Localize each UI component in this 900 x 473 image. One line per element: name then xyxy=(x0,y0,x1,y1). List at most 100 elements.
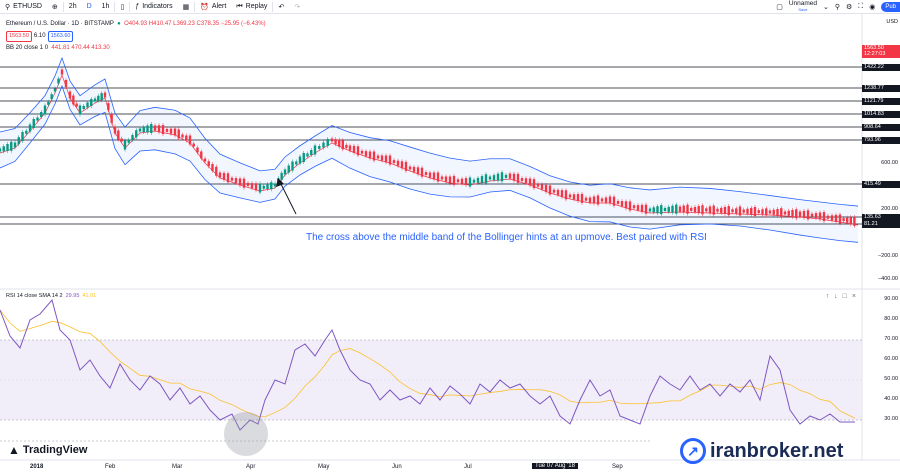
candle-body xyxy=(830,215,834,221)
annotation-text[interactable]: The cross above the middle band of the B… xyxy=(306,232,707,243)
candle-body xyxy=(686,204,689,214)
candle-body xyxy=(701,205,704,215)
candle-body xyxy=(356,146,360,156)
maximize-icon[interactable]: □ xyxy=(843,293,847,300)
candle-body xyxy=(400,161,404,169)
move-down-icon[interactable]: ↓ xyxy=(834,293,838,300)
candle-body xyxy=(13,142,17,148)
candle-body xyxy=(384,155,388,163)
candle-body xyxy=(17,137,20,145)
candle-body xyxy=(50,94,53,100)
rsi-value: 29.95 xyxy=(65,293,80,299)
candle-body xyxy=(556,189,560,195)
candle-body xyxy=(258,183,262,193)
candle-body xyxy=(161,125,165,135)
bb-label: BB 20 close 1 0 xyxy=(6,45,49,51)
candle-body xyxy=(608,196,612,204)
candle-body xyxy=(712,205,715,215)
rsi-tick: 30.00 xyxy=(884,416,898,422)
candle-body xyxy=(424,172,428,176)
candle-body xyxy=(242,178,246,188)
candle-body xyxy=(723,207,727,214)
candle-body xyxy=(731,209,734,213)
candle-body xyxy=(716,208,719,212)
candle-body xyxy=(326,139,329,146)
candle-body xyxy=(648,208,652,212)
candle-body xyxy=(150,124,153,133)
candle-body xyxy=(230,177,234,181)
legend-title: Ethereum / U.S. Dollar · 1D · BITSTAMP xyxy=(6,21,114,27)
candle-body xyxy=(28,124,32,132)
candle-body xyxy=(420,167,424,177)
current-price-label: 1563.50 12:27:03 xyxy=(862,45,900,58)
rsi-tick: 90.00 xyxy=(884,296,898,302)
annotation-arrow-line xyxy=(279,181,297,215)
candle-body xyxy=(78,105,82,115)
candle-body xyxy=(761,209,764,215)
date-label: 2018 xyxy=(30,464,44,470)
candle-body xyxy=(444,176,448,182)
candle-body xyxy=(536,183,540,187)
candle-body xyxy=(708,206,712,214)
sell-price-box[interactable]: 1563.50 xyxy=(6,31,32,42)
candle-body xyxy=(306,153,309,157)
candle-body xyxy=(842,218,845,222)
date-label: Jun xyxy=(392,464,402,470)
rsi-tick: 50.00 xyxy=(884,376,898,382)
candle-body xyxy=(564,190,568,200)
candle-body xyxy=(436,172,440,182)
candle-body xyxy=(697,206,700,214)
buy-price-box[interactable]: 1563.60 xyxy=(47,31,74,42)
candle-body xyxy=(628,201,632,211)
axis-tick-label: −400.00 xyxy=(877,276,898,282)
close-icon[interactable]: × xyxy=(852,293,856,300)
candle-body xyxy=(600,198,604,202)
candle-body xyxy=(580,193,584,203)
candle-body xyxy=(192,143,195,147)
candle-body xyxy=(484,174,488,184)
candle-body xyxy=(428,172,432,178)
status-dot-icon: ● xyxy=(117,21,121,27)
tradingview-icon: ▲ xyxy=(8,443,20,457)
time-axis[interactable]: 2018 Feb Mar Apr May Jun Jul Tue 07 Aug … xyxy=(0,461,900,473)
candle-body xyxy=(90,99,93,106)
level-price-label: 415.49 xyxy=(862,180,900,188)
candle-body xyxy=(520,178,524,182)
candle-body xyxy=(768,210,772,214)
candle-body xyxy=(36,117,39,121)
candle-body xyxy=(596,195,600,205)
candle-body xyxy=(376,155,380,159)
candle-body xyxy=(480,176,484,184)
candle-body xyxy=(302,153,305,162)
rsi-axis[interactable]: 90.00 80.00 70.00 60.00 50.00 40.00 30.0… xyxy=(862,290,900,460)
candle-body xyxy=(262,185,265,189)
candle-body xyxy=(75,103,78,107)
candle-body xyxy=(652,207,655,213)
move-up-icon[interactable]: ↑ xyxy=(826,293,830,300)
candle-body xyxy=(853,216,856,226)
candle-body xyxy=(392,160,396,164)
candle-body xyxy=(120,138,123,142)
candle-body xyxy=(372,151,376,161)
candle-body xyxy=(368,151,372,159)
candle-body xyxy=(798,211,802,217)
candle-body xyxy=(468,177,472,187)
candle-body xyxy=(488,176,492,180)
candle-body xyxy=(826,215,830,219)
level-price-label: 1121.79 xyxy=(862,97,900,105)
candle-body xyxy=(135,130,138,138)
tradingview-logo: ▲ TradingView xyxy=(8,443,87,457)
candle-body xyxy=(142,127,145,132)
candle-body xyxy=(612,196,616,206)
axis-tick-label: 600.00 xyxy=(881,160,898,166)
candle-body xyxy=(93,98,97,102)
candle-body xyxy=(68,91,72,99)
candle-body xyxy=(246,182,250,186)
rsi-tick: 70.00 xyxy=(884,336,898,342)
candle-body xyxy=(496,173,500,181)
candle-body xyxy=(234,178,238,184)
candle-body xyxy=(690,207,693,211)
candle-body xyxy=(472,179,476,183)
candle-body xyxy=(476,177,480,183)
candle-body xyxy=(783,211,787,215)
